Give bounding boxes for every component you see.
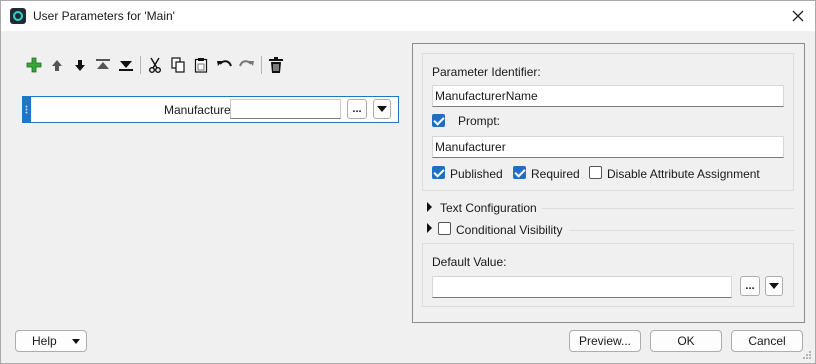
dialog-window: User Parameters for 'Main' Manufacturer:… (0, 0, 816, 364)
paste-button[interactable] (192, 56, 210, 74)
expand-arrow-icon[interactable] (427, 202, 432, 212)
conditional-visibility-checkbox[interactable] (438, 222, 451, 235)
default-value-field[interactable] (432, 276, 732, 298)
chevron-down-icon (769, 283, 779, 289)
ok-button[interactable]: OK (650, 330, 722, 352)
prompt-label: Prompt: (458, 114, 501, 128)
parameter-browse-button[interactable]: ... (347, 99, 367, 119)
default-value-browse-button[interactable]: ... (740, 276, 760, 296)
drag-handle[interactable] (23, 97, 31, 122)
required-checkbox[interactable] (513, 166, 526, 179)
move-down-icon (75, 59, 85, 71)
identifier-field[interactable]: ManufacturerName (432, 85, 784, 107)
cut-icon (149, 57, 161, 73)
paste-icon (194, 58, 208, 73)
prompt-checkbox[interactable] (432, 114, 445, 127)
move-top-icon (96, 59, 110, 69)
move-up-button[interactable] (48, 56, 66, 74)
copy-icon (171, 57, 185, 73)
delete-icon (269, 57, 283, 73)
help-button[interactable]: Help (15, 330, 87, 352)
identifier-label: Parameter Identifier: (432, 65, 541, 79)
help-label: Help (32, 334, 57, 348)
default-value-label: Default Value: (432, 255, 507, 269)
text-configuration-section[interactable]: Text Configuration (440, 201, 537, 215)
undo-icon (217, 60, 232, 67)
move-bottom-icon (119, 61, 133, 71)
default-value-menu-button[interactable] (765, 276, 783, 296)
cancel-button[interactable]: Cancel (731, 330, 803, 352)
parameter-toolbar (25, 55, 290, 75)
expand-arrow-icon[interactable] (427, 223, 432, 233)
app-logo-icon (10, 8, 26, 24)
add-parameter-button[interactable] (25, 56, 43, 74)
resize-grip-icon[interactable] (802, 350, 812, 360)
copy-button[interactable] (169, 56, 187, 74)
chevron-down-icon (72, 339, 80, 344)
undo-button[interactable] (215, 56, 233, 74)
disable-attribute-label: Disable Attribute Assignment (607, 167, 760, 181)
add-icon (26, 57, 42, 73)
section-divider (569, 230, 794, 231)
parameter-row-manufacturer[interactable]: Manufacturer: * ... (22, 96, 399, 123)
chevron-down-icon (377, 106, 387, 112)
delete-button[interactable] (267, 56, 285, 74)
prompt-field[interactable]: Manufacturer (432, 136, 784, 158)
toolbar-separator (261, 56, 262, 74)
disable-attribute-checkbox[interactable] (589, 166, 602, 179)
toolbar-separator (140, 56, 141, 74)
close-icon (792, 10, 804, 22)
parameter-label: Manufacturer: (163, 103, 238, 117)
published-label: Published (450, 167, 503, 181)
section-divider (542, 208, 794, 209)
published-checkbox[interactable] (432, 166, 445, 179)
cut-button[interactable] (146, 56, 164, 74)
close-button[interactable] (785, 3, 811, 29)
preview-button[interactable]: Preview... (569, 330, 641, 352)
window-title: User Parameters for 'Main' (33, 9, 175, 23)
conditional-visibility-label: Conditional Visibility (456, 223, 563, 237)
redo-icon (239, 60, 254, 67)
redo-button[interactable] (238, 56, 256, 74)
manufacturer-input[interactable] (230, 99, 341, 119)
move-to-top-button[interactable] (94, 56, 112, 74)
parameter-menu-button[interactable] (373, 99, 391, 119)
move-down-button[interactable] (71, 56, 89, 74)
move-up-icon (52, 59, 62, 71)
title-bar: User Parameters for 'Main' (1, 1, 815, 31)
required-label: Required (531, 167, 580, 181)
move-to-bottom-button[interactable] (117, 56, 135, 74)
